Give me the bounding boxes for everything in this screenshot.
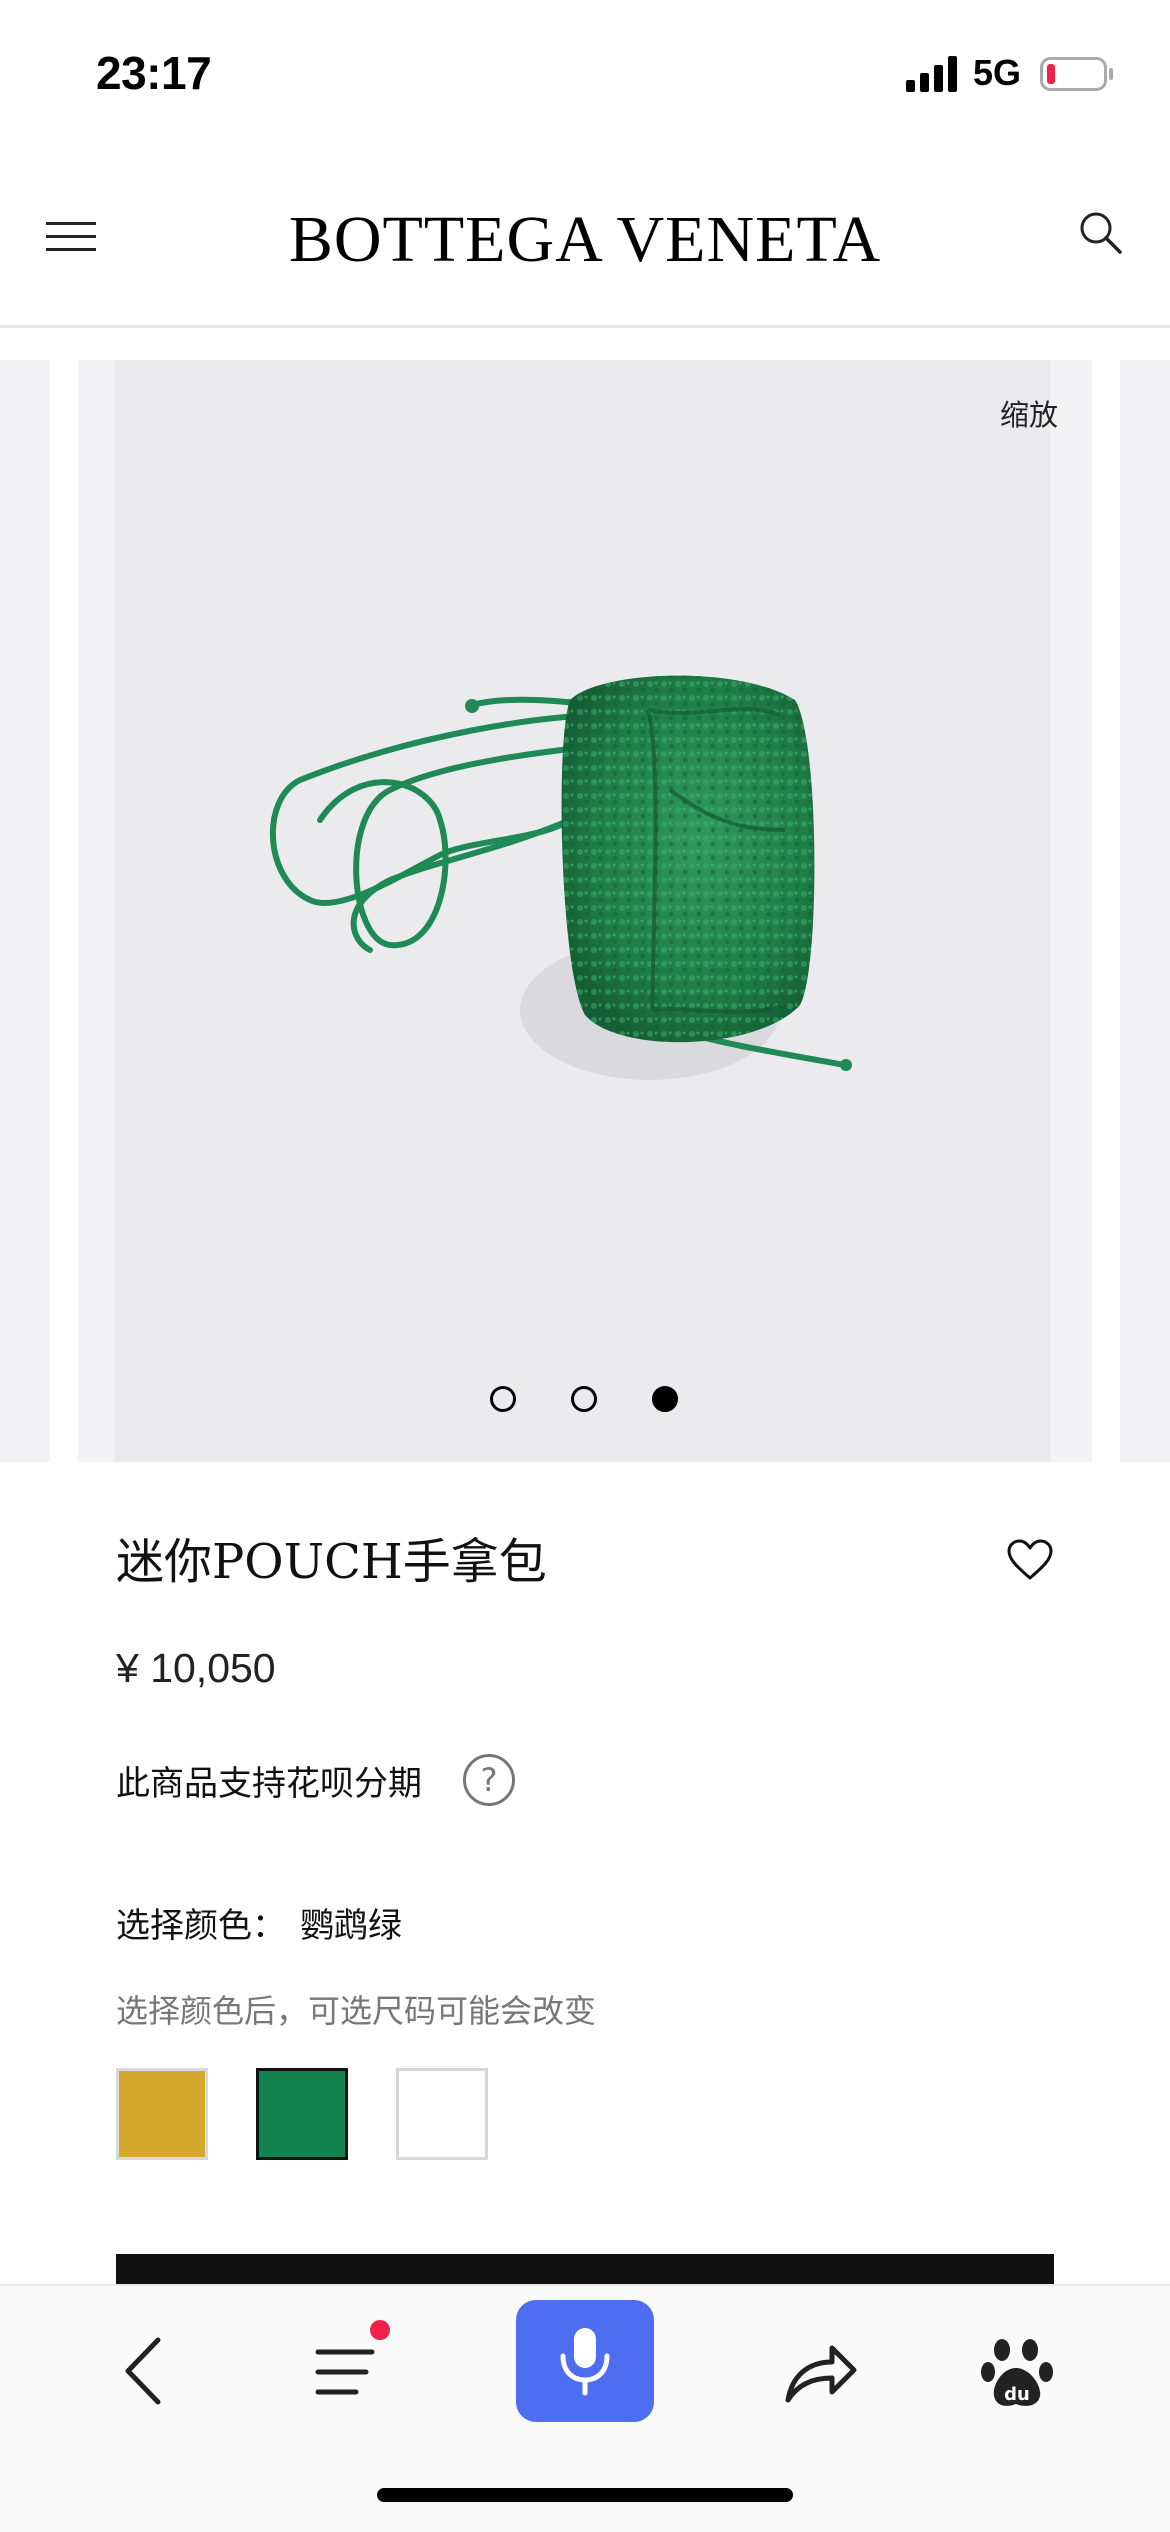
installment-info: 此商品支持花呗分期 (116, 1764, 422, 1804)
svg-text:?: ? (481, 1761, 498, 1799)
carousel-dot-active[interactable] (652, 1386, 678, 1412)
notification-dot (370, 2320, 390, 2340)
previous-slide-peek[interactable] (0, 360, 50, 1462)
carousel-dot[interactable] (571, 1386, 597, 1412)
brand-logo[interactable]: BOTTEGA VENETA (0, 202, 1170, 278)
color-swatch-white[interactable] (396, 2068, 488, 2160)
back-icon[interactable] (100, 2326, 190, 2416)
carousel-pagination (0, 1386, 1170, 1416)
site-header: BOTTEGA VENETA (0, 150, 1170, 328)
carousel-dot[interactable] (490, 1386, 516, 1412)
home-indicator[interactable] (377, 2488, 793, 2502)
color-hint: 选择颜色后，可选尺码可能会改变 (116, 1992, 597, 2030)
product-price: ¥ 10,050 (116, 1645, 276, 1691)
question-mark-icon[interactable]: ? (462, 1753, 516, 1807)
color-swatch-yellow[interactable] (116, 2068, 208, 2160)
status-bar: 23:17 5G (0, 0, 1170, 150)
color-swatch-green-selected[interactable] (256, 2068, 348, 2160)
color-selection-label: 选择颜色： 鹦鹉绿 (116, 1898, 402, 1947)
voice-search-button[interactable] (516, 2300, 654, 2422)
search-icon[interactable] (1078, 210, 1124, 256)
share-icon[interactable] (774, 2326, 864, 2416)
selected-color-name: 鹦鹉绿 (300, 1906, 402, 1946)
microphone-icon (560, 2328, 610, 2396)
next-slide-peek[interactable] (1120, 360, 1170, 1462)
network-label: 5G (973, 52, 1022, 93)
baidu-paw-icon[interactable]: du (972, 2326, 1062, 2416)
product-image-carousel[interactable]: 缩放 (0, 360, 1170, 1462)
zoom-button[interactable]: 缩放 (1000, 392, 1058, 434)
status-time: 23:17 (96, 47, 212, 99)
product-image[interactable] (240, 610, 890, 1170)
color-label: 选择颜色： (116, 1906, 286, 1946)
svg-text:du: du (1004, 2384, 1030, 2405)
battery-low-icon (1040, 57, 1113, 91)
signal-icon (906, 56, 957, 92)
add-to-bag-button[interactable] (116, 2254, 1054, 2284)
heart-icon[interactable] (1006, 1538, 1054, 1582)
product-title: 迷你POUCH手拿包 (116, 1534, 547, 1590)
